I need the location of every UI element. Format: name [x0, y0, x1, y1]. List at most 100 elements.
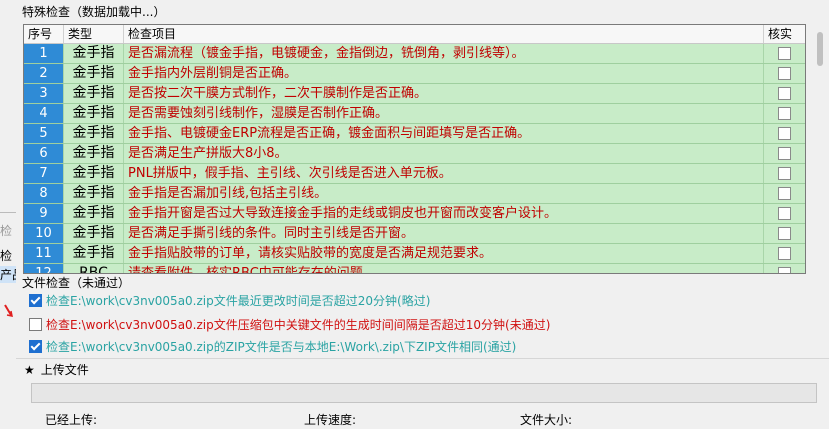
- special-check-title: 特殊检查（数据加载中...）: [22, 5, 166, 19]
- row-verify-cell: [764, 44, 805, 63]
- row-verify-cell: [764, 84, 805, 103]
- file-size-label: 文件大小:: [520, 413, 573, 427]
- row-verify-cell: [764, 144, 805, 163]
- row-type: 金手指: [64, 144, 124, 163]
- row-number[interactable]: 6: [24, 144, 64, 163]
- row-check-item: 是否需要蚀刻引线制作，湿膜是否制作正确。: [124, 104, 764, 123]
- verify-checkbox[interactable]: [778, 47, 791, 60]
- verify-checkbox[interactable]: [778, 147, 791, 160]
- row-verify-cell: [764, 104, 805, 123]
- table-row[interactable]: 5 金手指 金手指、电镀硬金ERP流程是否正确，镀金面积与间距填写是否正确。: [24, 124, 805, 144]
- row-type: 金手指: [64, 44, 124, 63]
- row-check-item: 金手指是否漏加引线,包括主引线。: [124, 184, 764, 203]
- row-check-item: 是否漏流程（镀金手指，电镀硬金，金指倒边，铣倒角，剥引线等）。: [124, 44, 764, 63]
- grid-scrollbar-thumb[interactable]: [817, 32, 823, 66]
- row-check-item: 金手指内外层削铜是否正确。: [124, 64, 764, 83]
- checkbox[interactable]: [29, 294, 42, 307]
- row-number[interactable]: 12: [24, 264, 64, 273]
- checkbox[interactable]: [29, 318, 42, 331]
- row-check-item: 金手指、电镀硬金ERP流程是否正确，镀金面积与间距填写是否正确。: [124, 124, 764, 143]
- row-verify-cell: [764, 264, 805, 273]
- row-type: 金手指: [64, 244, 124, 263]
- column-header-verify[interactable]: 核实: [764, 25, 805, 43]
- table-row[interactable]: 6 金手指 是否满足生产拼版大8小8。: [24, 144, 805, 164]
- upload-progress-bar: [31, 383, 817, 403]
- row-type: 金手指: [64, 84, 124, 103]
- row-verify-cell: [764, 164, 805, 183]
- table-row[interactable]: 10 金手指 是否满足手撕引线的条件。同时主引线是否开窗。: [24, 224, 805, 244]
- table-row[interactable]: 7 金手指 PNL拼版中，假手指、主引线、次引线是否进入单元板。: [24, 164, 805, 184]
- column-header-type[interactable]: 类型: [64, 25, 124, 43]
- verify-checkbox[interactable]: [778, 207, 791, 220]
- verify-checkbox[interactable]: [778, 247, 791, 260]
- table-row[interactable]: 9 金手指 金手指开窗是否过大导致连接金手指的走线或铜皮也开窗而改变客户设计。: [24, 204, 805, 224]
- verify-checkbox[interactable]: [778, 167, 791, 180]
- verify-checkbox[interactable]: [778, 67, 791, 80]
- verify-checkbox[interactable]: [778, 127, 791, 140]
- row-verify-cell: [764, 124, 805, 143]
- grid-header: 序号 类型 检查项目 核实: [24, 25, 805, 44]
- upload-speed-label: 上传速度:: [304, 413, 357, 427]
- file-check-item[interactable]: 检查E:\work\cv3nv005a0.zip的ZIP文件是否与本地E:\Wo…: [29, 338, 516, 356]
- row-number[interactable]: 5: [24, 124, 64, 143]
- row-number[interactable]: 7: [24, 164, 64, 183]
- row-type: 金手指: [64, 204, 124, 223]
- row-check-item: 是否按二次干膜方式制作，二次干膜制作是否正确。: [124, 84, 764, 103]
- row-verify-cell: [764, 184, 805, 203]
- row-check-item: 是否满足生产拼版大8小8。: [124, 144, 764, 163]
- file-check-title: 文件检查（未通过）: [22, 276, 131, 290]
- row-verify-cell: [764, 64, 805, 83]
- section-divider: [16, 358, 829, 359]
- left-panel-strip: [0, 0, 16, 429]
- row-check-item: 金手指开窗是否过大导致连接金手指的走线或铜皮也开窗而改变客户设计。: [124, 204, 764, 223]
- left-panel-fragment[interactable]: 产品: [0, 266, 16, 283]
- table-row[interactable]: 4 金手指 是否需要蚀刻引线制作，湿膜是否制作正确。: [24, 104, 805, 124]
- row-type: 金手指: [64, 124, 124, 143]
- row-type: 金手指: [64, 184, 124, 203]
- row-number[interactable]: 8: [24, 184, 64, 203]
- row-check-item: PNL拼版中，假手指、主引线、次引线是否进入单元板。: [124, 164, 764, 183]
- table-row[interactable]: 12 RBC 请查看附件，核实RBC中可能存在的问题: [24, 264, 805, 273]
- star-icon: ★: [24, 363, 35, 377]
- file-check-item[interactable]: 检查E:\work\cv3nv005a0.zip文件压缩包中关键文件的生成时间间…: [29, 316, 550, 334]
- row-type: RBC: [64, 264, 124, 273]
- row-number[interactable]: 1: [24, 44, 64, 63]
- red-arrow-icon: [4, 304, 13, 317]
- table-row[interactable]: 2 金手指 金手指内外层削铜是否正确。: [24, 64, 805, 84]
- column-header-item[interactable]: 检查项目: [124, 25, 764, 43]
- row-check-item: 金手指贴胶带的订单，请核实贴胶带的宽度是否满足规范要求。: [124, 244, 764, 263]
- row-number[interactable]: 2: [24, 64, 64, 83]
- row-verify-cell: [764, 224, 805, 243]
- verify-checkbox[interactable]: [778, 87, 791, 100]
- table-row[interactable]: 8 金手指 金手指是否漏加引线,包括主引线。: [24, 184, 805, 204]
- row-type: 金手指: [64, 164, 124, 183]
- checkbox[interactable]: [29, 340, 42, 353]
- row-number[interactable]: 3: [24, 84, 64, 103]
- left-panel-fragment: 检: [0, 224, 13, 238]
- row-number[interactable]: 10: [24, 224, 64, 243]
- table-row[interactable]: 1 金手指 是否漏流程（镀金手指，电镀硬金，金指倒边，铣倒角，剥引线等）。: [24, 44, 805, 64]
- row-number[interactable]: 4: [24, 104, 64, 123]
- row-number[interactable]: 9: [24, 204, 64, 223]
- left-panel-fragment: 检: [0, 249, 13, 263]
- row-verify-cell: [764, 244, 805, 263]
- upload-section-header: ★ 上传文件: [24, 363, 89, 377]
- row-type: 金手指: [64, 64, 124, 83]
- row-check-item: 请查看附件，核实RBC中可能存在的问题: [124, 264, 764, 273]
- row-check-item: 是否满足手撕引线的条件。同时主引线是否开窗。: [124, 224, 764, 243]
- row-type: 金手指: [64, 224, 124, 243]
- verify-checkbox[interactable]: [778, 227, 791, 240]
- row-verify-cell: [764, 204, 805, 223]
- file-check-item[interactable]: 检查E:\work\cv3nv005a0.zip文件最近更改时间是否超过20分钟…: [29, 292, 430, 310]
- special-check-grid[interactable]: 序号 类型 检查项目 核实 1 金手指 是否漏流程（镀金手指，电镀硬金，金指倒边，铣…: [23, 24, 806, 274]
- verify-checkbox[interactable]: [778, 187, 791, 200]
- table-row[interactable]: 3 金手指 是否按二次干膜方式制作，二次干膜制作是否正确。: [24, 84, 805, 104]
- uploaded-label: 已经上传:: [45, 413, 98, 427]
- column-header-num[interactable]: 序号: [24, 25, 64, 43]
- row-number[interactable]: 11: [24, 244, 64, 263]
- table-row[interactable]: 11 金手指 金手指贴胶带的订单，请核实贴胶带的宽度是否满足规范要求。: [24, 244, 805, 264]
- row-type: 金手指: [64, 104, 124, 123]
- left-panel-divider: [0, 212, 16, 213]
- verify-checkbox[interactable]: [778, 107, 791, 120]
- verify-checkbox[interactable]: [778, 267, 791, 273]
